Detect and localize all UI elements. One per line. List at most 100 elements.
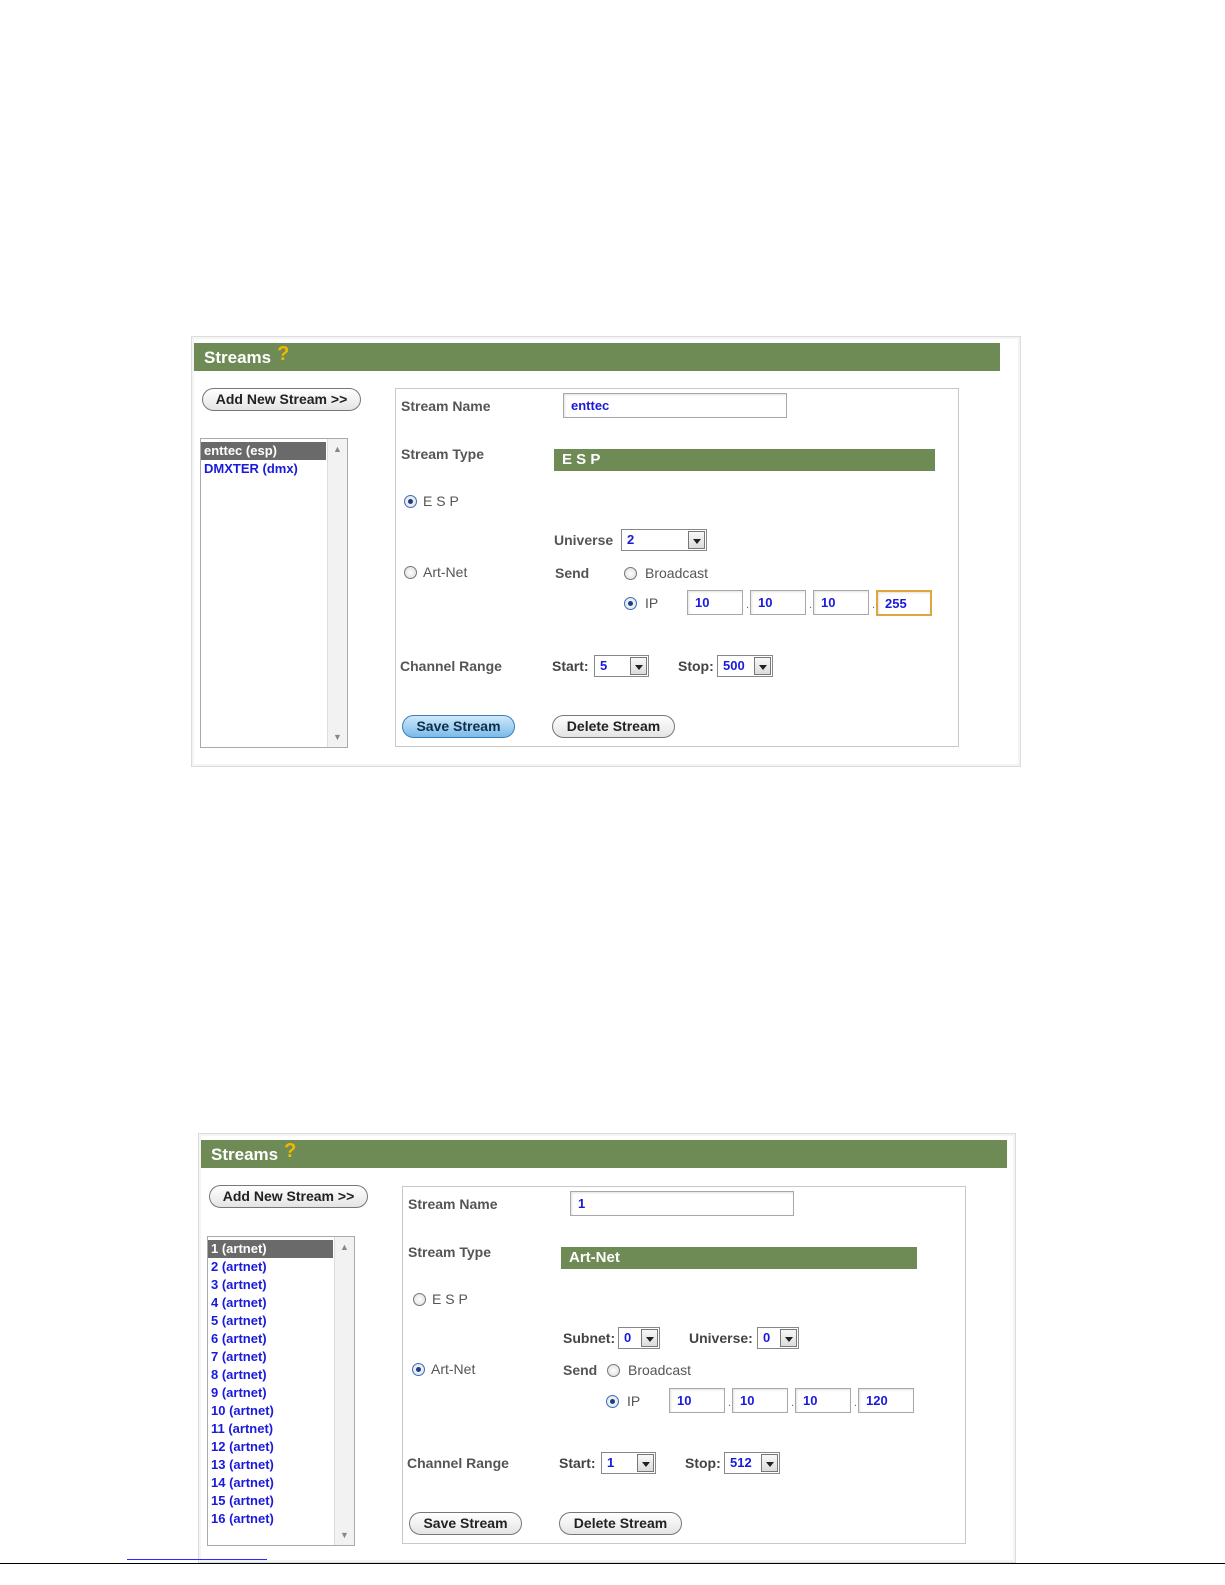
ip-octet-3-input[interactable] bbox=[813, 590, 869, 615]
chevron-down-icon[interactable] bbox=[754, 657, 771, 675]
panel-title: Streams bbox=[211, 1145, 279, 1164]
esp-radio-option[interactable]: E S P bbox=[413, 1291, 468, 1307]
channel-range-label: Channel Range bbox=[407, 1455, 509, 1471]
stream-type-label: Stream Type bbox=[408, 1244, 491, 1260]
delete-stream-button[interactable]: Delete Stream bbox=[552, 715, 675, 738]
stop-value: 512 bbox=[730, 1455, 752, 1470]
start-value: 5 bbox=[600, 658, 608, 673]
esp-radio-option[interactable]: E S P bbox=[404, 493, 459, 509]
ip-octet-2-input[interactable] bbox=[750, 590, 806, 615]
ip-radio-option[interactable]: IP bbox=[606, 1393, 640, 1409]
stream-type-banner: Art-Net bbox=[561, 1247, 917, 1269]
chevron-down-icon[interactable] bbox=[641, 1329, 658, 1347]
stream-name-label: Stream Name bbox=[408, 1196, 498, 1212]
chevron-down-icon[interactable] bbox=[780, 1329, 797, 1347]
add-new-stream-button[interactable]: Add New Stream >> bbox=[209, 1185, 368, 1208]
scroll-up-icon[interactable]: ▲ bbox=[328, 444, 347, 454]
delete-stream-button[interactable]: Delete Stream bbox=[559, 1512, 682, 1535]
list-item[interactable]: 15 (artnet) bbox=[208, 1492, 333, 1510]
list-item[interactable]: enttec (esp) bbox=[201, 442, 326, 460]
ip-octet-1-input[interactable] bbox=[669, 1388, 725, 1413]
broadcast-radio-option[interactable]: Broadcast bbox=[607, 1362, 691, 1378]
start-value: 1 bbox=[607, 1455, 615, 1470]
chevron-down-icon[interactable] bbox=[688, 531, 705, 549]
stream-name-input[interactable] bbox=[563, 393, 787, 418]
list-item[interactable]: 12 (artnet) bbox=[208, 1438, 333, 1456]
stream-list[interactable]: 1 (artnet) 2 (artnet) 3 (artnet) 4 (artn… bbox=[207, 1236, 355, 1546]
stream-list-items: enttec (esp) DMXTER (dmx) bbox=[201, 439, 347, 478]
list-item[interactable]: 5 (artnet) bbox=[208, 1312, 333, 1330]
list-item[interactable]: 1 (artnet) bbox=[208, 1240, 333, 1258]
universe-value: 0 bbox=[763, 1330, 771, 1345]
broadcast-radio[interactable] bbox=[607, 1363, 620, 1377]
save-stream-button[interactable]: Save Stream bbox=[409, 1512, 522, 1535]
universe-label: Universe bbox=[554, 532, 614, 548]
scroll-down-icon[interactable]: ▼ bbox=[335, 1530, 354, 1540]
artnet-radio-label: Art-Net bbox=[431, 1361, 476, 1377]
stream-name-input[interactable] bbox=[570, 1191, 794, 1216]
list-item[interactable]: 4 (artnet) bbox=[208, 1294, 333, 1312]
list-item[interactable]: 9 (artnet) bbox=[208, 1384, 333, 1402]
start-label: Start: bbox=[552, 658, 589, 674]
subnet-select[interactable]: 0 bbox=[618, 1327, 660, 1349]
artnet-radio-option[interactable]: Art-Net bbox=[404, 564, 467, 580]
artnet-radio-label: Art-Net bbox=[423, 564, 468, 580]
page-divider bbox=[0, 1563, 1225, 1564]
chevron-down-icon[interactable] bbox=[637, 1454, 654, 1472]
stream-type-label: Stream Type bbox=[401, 446, 484, 462]
ip-octet-2-input[interactable] bbox=[732, 1388, 788, 1413]
chevron-down-icon[interactable] bbox=[761, 1454, 778, 1472]
list-item[interactable]: 2 (artnet) bbox=[208, 1258, 333, 1276]
stop-select[interactable]: 512 bbox=[724, 1452, 780, 1474]
esp-radio[interactable] bbox=[404, 494, 417, 508]
list-item[interactable]: 8 (artnet) bbox=[208, 1366, 333, 1384]
subnet-value: 0 bbox=[624, 1330, 632, 1345]
stream-list-scrollbar[interactable]: ▲ ▼ bbox=[327, 439, 347, 747]
list-item[interactable]: DMXTER (dmx) bbox=[201, 460, 326, 478]
save-stream-button[interactable]: Save Stream bbox=[402, 715, 515, 738]
scroll-up-icon[interactable]: ▲ bbox=[335, 1242, 354, 1252]
artnet-radio[interactable] bbox=[412, 1362, 425, 1376]
ip-label: IP bbox=[645, 595, 659, 611]
ip-octet-1-input[interactable] bbox=[687, 590, 743, 615]
panel-title: Streams bbox=[204, 348, 272, 367]
ip-octet-3-input[interactable] bbox=[795, 1388, 851, 1413]
artnet-radio-option[interactable]: Art-Net bbox=[412, 1361, 475, 1377]
ip-radio-option[interactable]: IP bbox=[624, 595, 658, 611]
esp-radio[interactable] bbox=[413, 1292, 426, 1306]
ip-octet-4-input[interactable] bbox=[858, 1388, 914, 1413]
list-item[interactable]: 13 (artnet) bbox=[208, 1456, 333, 1474]
help-icon[interactable]: ? bbox=[284, 1140, 296, 1162]
broadcast-radio-option[interactable]: Broadcast bbox=[624, 565, 708, 581]
artnet-radio[interactable] bbox=[404, 565, 417, 579]
ip-separator: . bbox=[809, 599, 813, 611]
list-item[interactable]: 7 (artnet) bbox=[208, 1348, 333, 1366]
start-select[interactable]: 1 bbox=[601, 1452, 656, 1474]
stop-label: Stop: bbox=[685, 1455, 721, 1471]
universe-select[interactable]: 0 bbox=[757, 1327, 799, 1349]
channel-range-label: Channel Range bbox=[400, 658, 502, 674]
streams-panel-artnet: Streams? Add New Stream >> 1 (artnet) 2 … bbox=[198, 1133, 1016, 1563]
list-item[interactable]: 3 (artnet) bbox=[208, 1276, 333, 1294]
scroll-down-icon[interactable]: ▼ bbox=[328, 732, 347, 742]
ip-radio[interactable] bbox=[624, 596, 637, 610]
stream-list-scrollbar[interactable]: ▲ ▼ bbox=[334, 1237, 354, 1545]
help-icon[interactable]: ? bbox=[277, 343, 289, 365]
list-item[interactable]: 11 (artnet) bbox=[208, 1420, 333, 1438]
universe-label: Universe: bbox=[689, 1330, 753, 1346]
ip-radio[interactable] bbox=[606, 1394, 619, 1408]
broadcast-radio[interactable] bbox=[624, 566, 637, 580]
stop-select[interactable]: 500 bbox=[717, 655, 773, 677]
panel-title-bar: Streams? bbox=[194, 343, 1000, 371]
stream-list[interactable]: enttec (esp) DMXTER (dmx) ▲ ▼ bbox=[200, 438, 348, 748]
universe-select[interactable]: 2 bbox=[621, 529, 707, 551]
broadcast-label: Broadcast bbox=[628, 1362, 692, 1378]
list-item[interactable]: 16 (artnet) bbox=[208, 1510, 333, 1528]
list-item[interactable]: 6 (artnet) bbox=[208, 1330, 333, 1348]
ip-octet-4-input[interactable] bbox=[876, 590, 932, 616]
list-item[interactable]: 14 (artnet) bbox=[208, 1474, 333, 1492]
list-item[interactable]: 10 (artnet) bbox=[208, 1402, 333, 1420]
start-select[interactable]: 5 bbox=[594, 655, 649, 677]
add-new-stream-button[interactable]: Add New Stream >> bbox=[202, 388, 361, 411]
chevron-down-icon[interactable] bbox=[630, 657, 647, 675]
